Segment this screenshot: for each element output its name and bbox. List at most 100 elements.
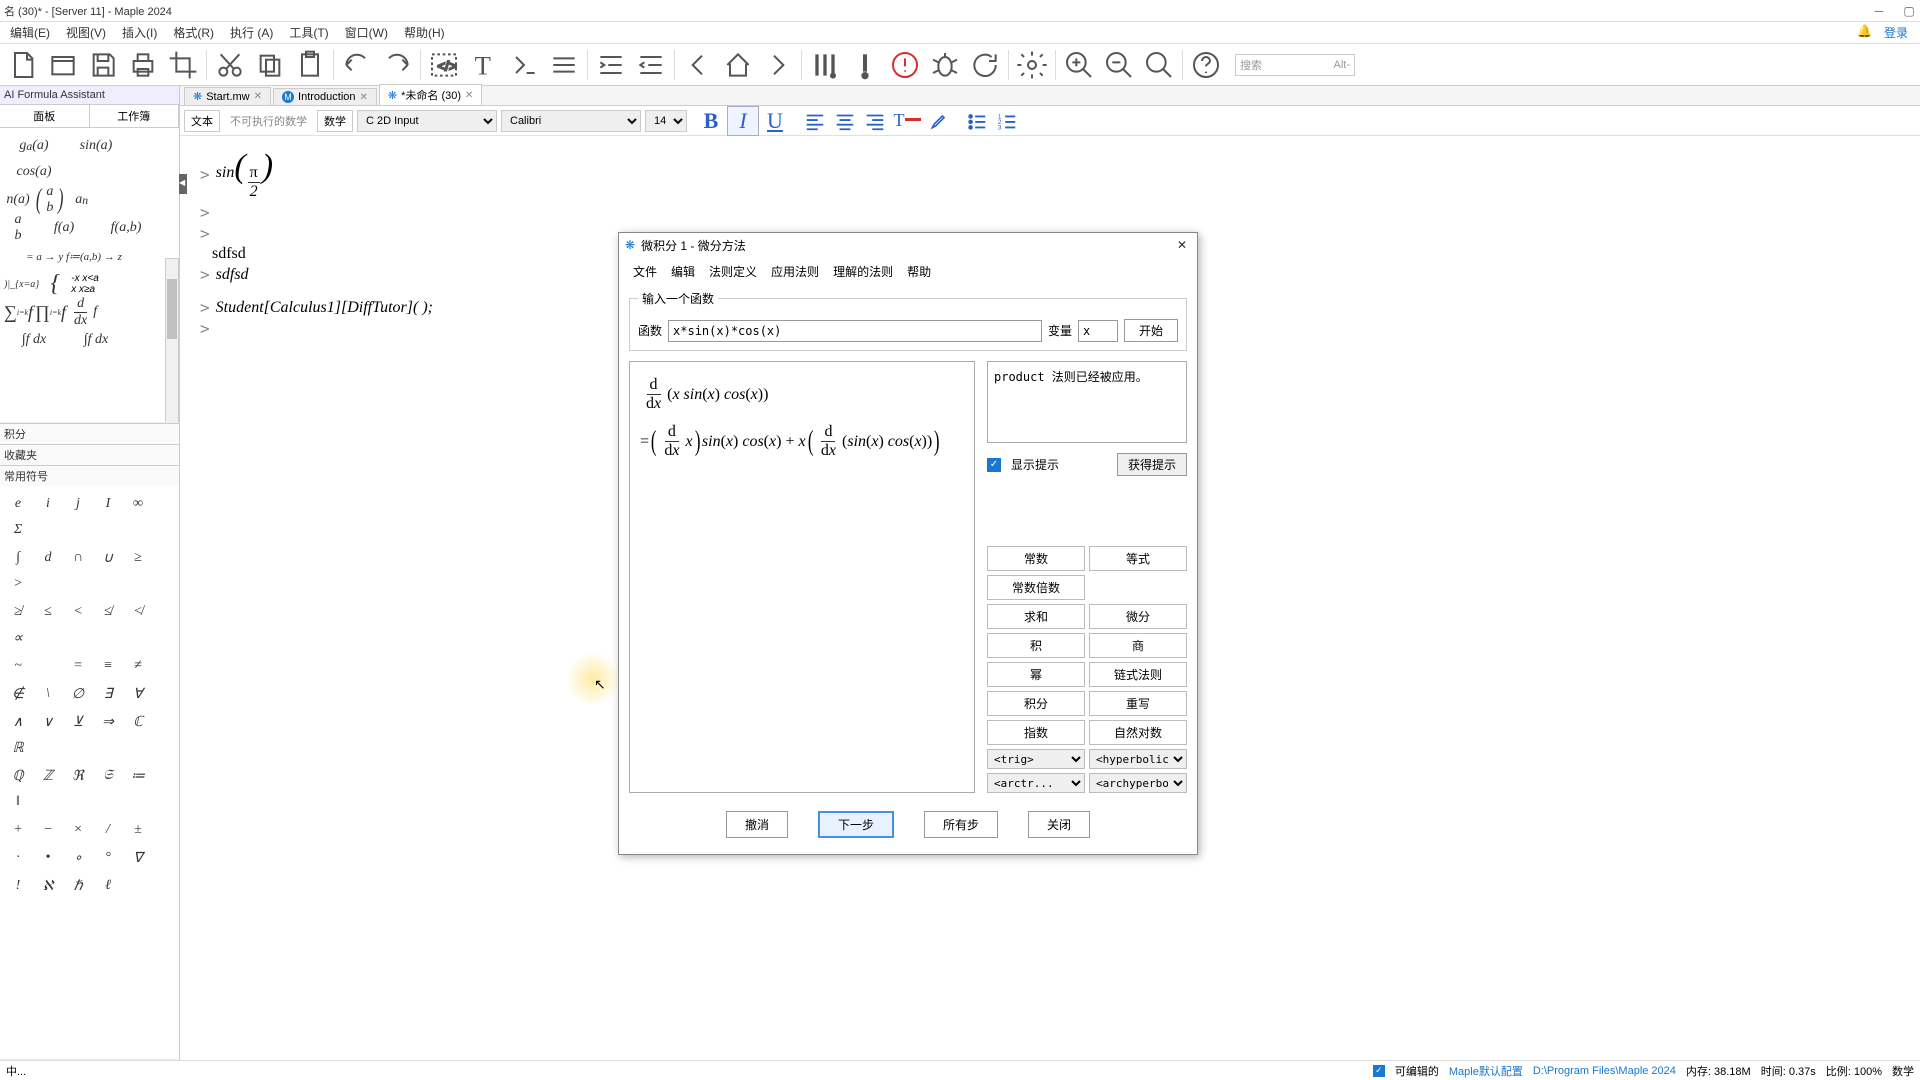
dlg-menu-apply[interactable]: 应用法则 — [765, 261, 825, 282]
stop-icon[interactable] — [886, 46, 924, 84]
sym[interactable]: ∘ — [64, 846, 92, 870]
paste-icon[interactable] — [291, 46, 329, 84]
sym[interactable]: I — [94, 492, 122, 516]
sym[interactable]: ≥ — [124, 546, 152, 570]
style-select[interactable]: C 2D Input — [357, 110, 497, 132]
sym[interactable]: ℓ — [94, 874, 122, 898]
sym[interactable]: 𝔖 — [94, 764, 122, 788]
sym[interactable]: = — [64, 654, 92, 678]
dialog-titlebar[interactable]: ❋ 微积分 1 - 微分方法 ✕ — [619, 233, 1197, 257]
sym[interactable]: ℵ — [34, 874, 62, 898]
zoom-in-icon[interactable] — [1060, 46, 1098, 84]
sym[interactable]: ∞ — [124, 492, 152, 516]
rule-constant[interactable]: 常数 — [987, 546, 1085, 571]
sym[interactable]: ∫ — [4, 546, 32, 570]
italic-button[interactable]: I — [727, 106, 759, 136]
copy-icon[interactable] — [251, 46, 289, 84]
dlg-menu-edit[interactable]: 编辑 — [665, 261, 701, 282]
debug-icon[interactable] — [926, 46, 964, 84]
hyperbolic-select[interactable]: <hyperbolic> — [1089, 749, 1187, 769]
exec-all-icon[interactable] — [806, 46, 844, 84]
align-center-icon[interactable] — [831, 108, 859, 134]
rule-product[interactable]: 积 — [987, 633, 1085, 658]
sym[interactable]: ≔ — [124, 764, 152, 788]
math-expression[interactable]: sin(π2) — [216, 148, 273, 201]
sym[interactable]: ∨ — [34, 710, 62, 734]
sym[interactable] — [34, 654, 62, 678]
sym[interactable]: ≤ — [34, 600, 62, 624]
rule-constmul[interactable]: 常数倍数 — [987, 575, 1085, 600]
function-input[interactable] — [668, 320, 1042, 342]
rule-rewrite[interactable]: 重写 — [1089, 691, 1187, 716]
text-line[interactable]: sdfsd — [212, 245, 246, 263]
text-mode-button[interactable]: 文本 — [184, 110, 220, 132]
sym[interactable]: ∇ — [124, 846, 152, 870]
sym[interactable]: ∀ — [124, 682, 152, 706]
rule-quotient[interactable]: 商 — [1089, 633, 1187, 658]
save-icon[interactable] — [84, 46, 122, 84]
size-select[interactable]: 14 — [645, 110, 687, 132]
sym[interactable]: ∧ — [4, 710, 32, 734]
section-symbols[interactable]: 常用符号 — [0, 465, 179, 486]
sym[interactable]: ℚ — [4, 764, 32, 788]
sym[interactable]: ∉ — [4, 682, 32, 706]
palette-item[interactable]: ab — [4, 216, 32, 240]
next-step-button[interactable]: 下一步 — [818, 811, 894, 838]
panel-tab[interactable]: 面板 — [0, 105, 90, 127]
start-button[interactable]: 开始 — [1124, 319, 1178, 342]
menu-window[interactable]: 窗口(W) — [339, 22, 394, 43]
close-icon[interactable]: ✕ — [465, 90, 473, 101]
palette-item[interactable]: an — [68, 188, 96, 212]
sym[interactable]: ≠ — [124, 654, 152, 678]
zoom-out-icon[interactable] — [1100, 46, 1138, 84]
bullet-list-icon[interactable] — [963, 108, 991, 134]
dlg-menu-file[interactable]: 文件 — [627, 261, 663, 282]
redo-icon[interactable] — [378, 46, 416, 84]
close-button[interactable]: 关闭 — [1028, 811, 1090, 838]
print-icon[interactable] — [124, 46, 162, 84]
panel-collapse-handle[interactable] — [179, 174, 187, 194]
new-file-icon[interactable] — [4, 46, 42, 84]
dlg-menu-understand[interactable]: 理解的法则 — [827, 261, 899, 282]
config-link[interactable]: Maple默认配置 — [1449, 1063, 1523, 1079]
rule-exp[interactable]: 指数 — [987, 720, 1085, 745]
nav-forward-icon[interactable] — [759, 46, 797, 84]
sym[interactable]: ≡ — [94, 654, 122, 678]
prompt-icon[interactable] — [505, 46, 543, 84]
palette-item[interactable]: ∑i=kf — [4, 300, 33, 324]
cut-icon[interactable] — [211, 46, 249, 84]
menu-execute[interactable]: 执行 (A) — [224, 22, 279, 43]
underline-button[interactable]: U — [759, 106, 791, 136]
sym[interactable]: j — [64, 492, 92, 516]
palette-scrollbar[interactable] — [165, 258, 179, 423]
rule-integral[interactable]: 积分 — [987, 691, 1085, 716]
undo-icon[interactable] — [338, 46, 376, 84]
sym[interactable]: ℤ — [34, 764, 62, 788]
sym[interactable]: ∪ — [94, 546, 122, 570]
undo-button[interactable]: 撤消 — [726, 811, 788, 838]
sym[interactable]: ℝ — [4, 736, 32, 760]
palette-item[interactable]: (ab) — [34, 188, 66, 212]
sym[interactable]: − — [34, 818, 62, 842]
path-link[interactable]: D:\Program Files\Maple 2024 — [1533, 1065, 1676, 1077]
rule-chain[interactable]: 链式法则 — [1089, 662, 1187, 687]
help-icon[interactable] — [1187, 46, 1225, 84]
palette-item[interactable]: cos(a) — [4, 160, 64, 184]
palette-item[interactable]: ga(a) — [4, 134, 64, 158]
sym[interactable]: × — [64, 818, 92, 842]
align-right-icon[interactable] — [861, 108, 889, 134]
sym[interactable]: < — [64, 600, 92, 624]
sym[interactable]: ∝ — [4, 626, 32, 650]
menu-help[interactable]: 帮助(H) — [398, 22, 451, 43]
exec-icon[interactable] — [846, 46, 884, 84]
sym[interactable]: ∩ — [64, 546, 92, 570]
sym[interactable]: · — [4, 846, 32, 870]
rule-diff[interactable]: 微分 — [1089, 604, 1187, 629]
palette-item[interactable]: n(a) — [4, 188, 32, 212]
sym[interactable]: ⇒ — [94, 710, 122, 734]
trig-select[interactable]: <trig> — [987, 749, 1085, 769]
tab-start[interactable]: ❋Start.mw✕ — [184, 87, 271, 105]
sym[interactable]: ∅ — [64, 682, 92, 706]
number-list-icon[interactable]: 123 — [993, 108, 1021, 134]
dlg-menu-help[interactable]: 帮助 — [901, 261, 937, 282]
